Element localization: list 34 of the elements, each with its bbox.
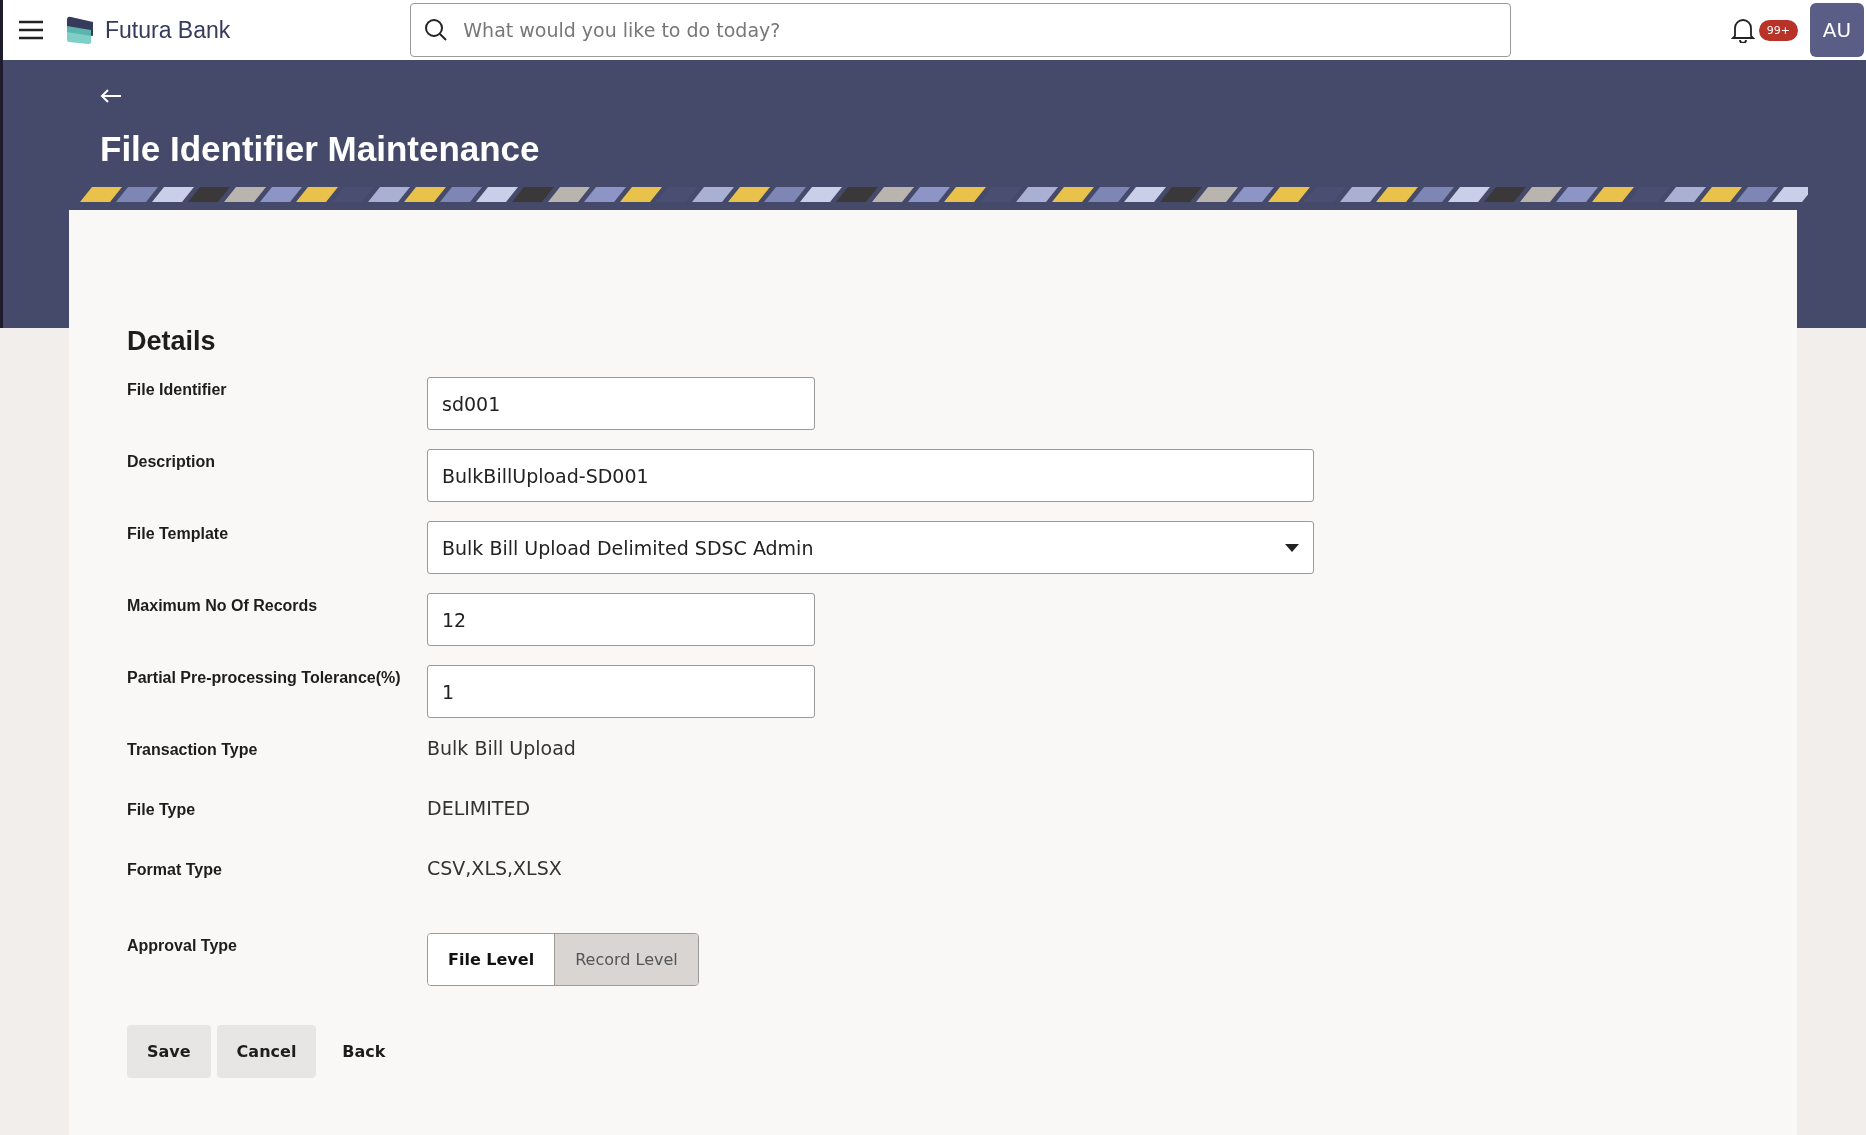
field-value: CSV,XLS,XLSX — [427, 857, 563, 879]
input-field[interactable]: 12 — [427, 593, 815, 646]
field-label: Partial Pre-processing Tolerance(%) — [127, 668, 402, 687]
input-field[interactable]: BulkBillUpload-SD001 — [427, 449, 1314, 502]
field-label: File Identifier — [127, 380, 228, 399]
search-icon — [424, 18, 449, 42]
field-value: DELIMITED — [427, 797, 532, 819]
notification-badge: 99+ — [1758, 19, 1798, 41]
field-label: Description — [127, 452, 216, 471]
logo-icon — [65, 16, 95, 44]
page-title: File Identifier Maintenance — [100, 129, 541, 169]
field-label: File Template — [127, 524, 230, 543]
menu-icon[interactable] — [17, 19, 45, 41]
search-field[interactable]: What would you like to do today? — [410, 3, 1512, 57]
toggle-option[interactable]: Record Level — [554, 934, 698, 985]
field-label: File Type — [127, 800, 197, 819]
brand-name: Futura Bank — [105, 16, 231, 44]
input-field[interactable]: sd001 — [427, 377, 815, 430]
action-button[interactable]: Cancel — [216, 1025, 317, 1078]
user-avatar[interactable]: AU — [1810, 3, 1864, 57]
section-title: Details — [127, 326, 217, 357]
field-label: Approval Type — [127, 936, 238, 955]
input-field[interactable]: 1 — [427, 665, 815, 718]
field-label: Format Type — [127, 860, 223, 879]
action-button[interactable]: Save — [127, 1025, 211, 1078]
link-button[interactable]: Back — [322, 1025, 406, 1078]
toggle-option[interactable]: File Level — [428, 934, 555, 985]
field-label: Transaction Type — [127, 740, 259, 759]
field-value: Bulk Bill Upload — [427, 737, 577, 759]
bell-icon[interactable] — [1730, 17, 1755, 43]
caret-icon — [1285, 543, 1299, 552]
field-label: Maximum No Of Records — [127, 596, 319, 615]
dropdown-field[interactable]: Bulk Bill Upload Delimited SDSC Admin — [427, 521, 1314, 574]
back-arrow-icon[interactable] — [100, 89, 122, 103]
